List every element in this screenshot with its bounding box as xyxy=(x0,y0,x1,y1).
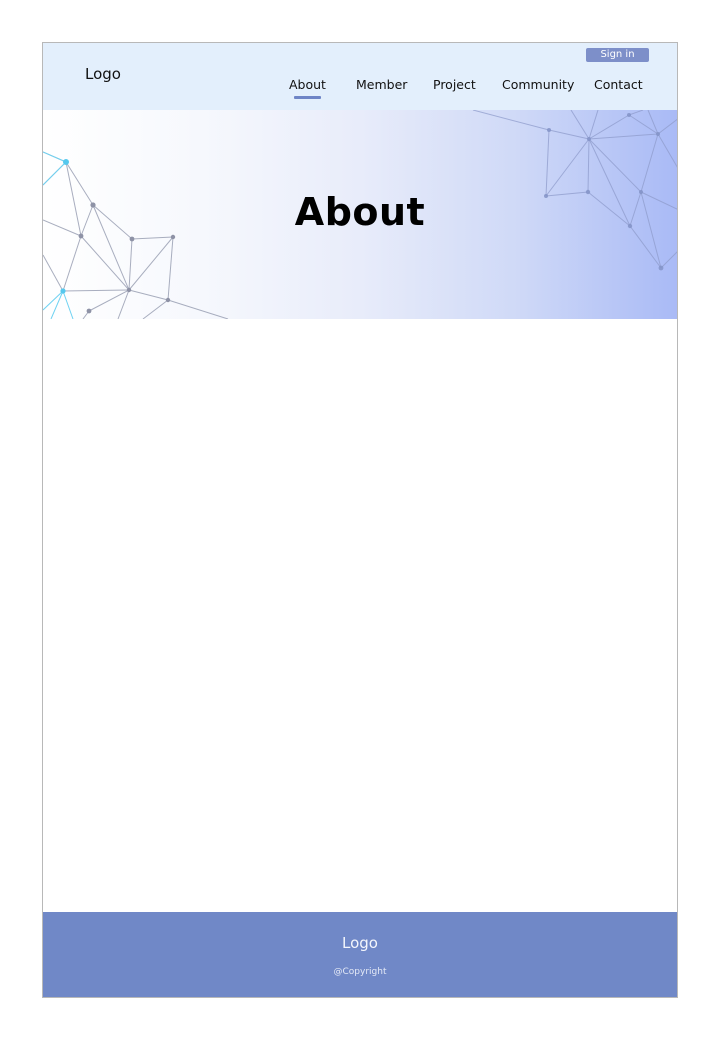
nav-member[interactable]: Member xyxy=(356,77,407,92)
nav-community[interactable]: Community xyxy=(502,77,574,92)
nav-project[interactable]: Project xyxy=(433,77,476,92)
sign-in-button[interactable]: Sign in xyxy=(586,48,649,62)
network-graphic-right xyxy=(472,110,677,269)
footer-logo[interactable]: Logo xyxy=(43,934,677,952)
footer: Logo @Copyright xyxy=(43,912,677,997)
nav-about[interactable]: About xyxy=(289,77,326,92)
nav-active-indicator xyxy=(294,96,321,99)
nav-contact[interactable]: Contact xyxy=(594,77,643,92)
header-logo[interactable]: Logo xyxy=(85,65,121,83)
header: Logo Sign in About Member Project Commun… xyxy=(43,43,677,110)
page-title: About xyxy=(294,190,426,234)
copyright-text: @Copyright xyxy=(333,967,387,977)
page-frame: Logo Sign in About Member Project Commun… xyxy=(42,42,678,998)
hero-banner: About xyxy=(43,110,677,319)
